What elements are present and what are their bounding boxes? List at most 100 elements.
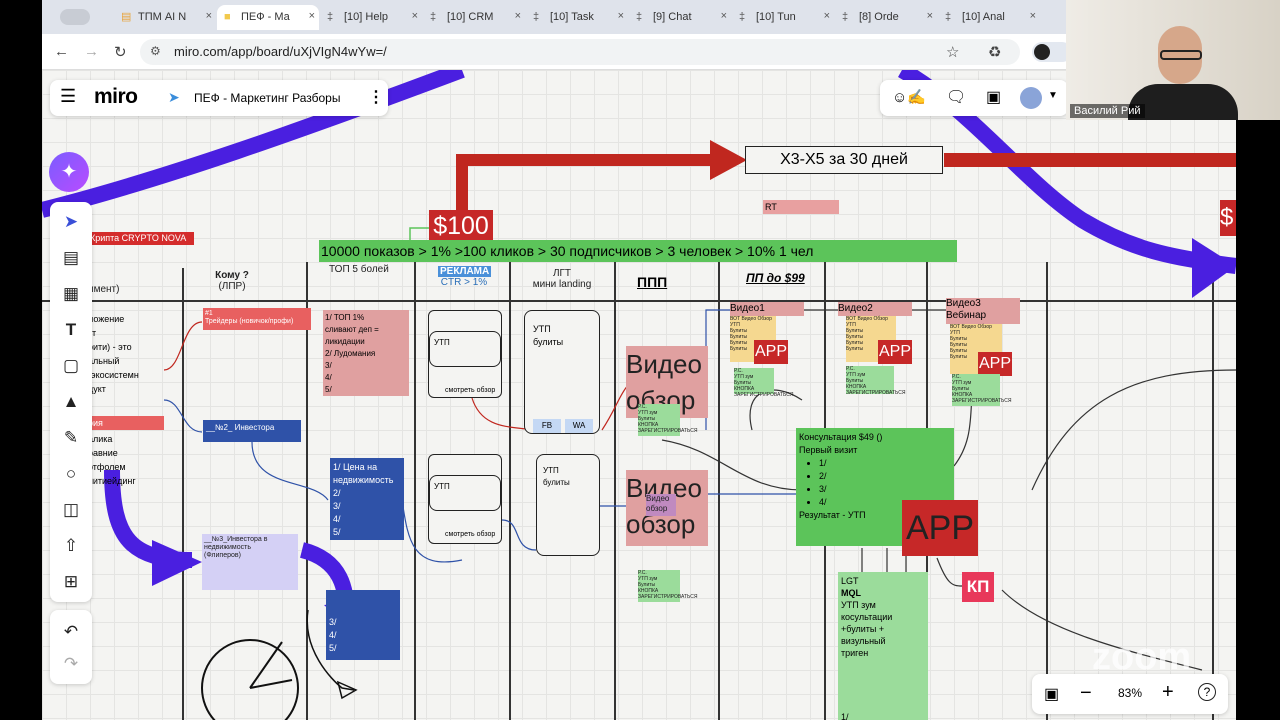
close-icon[interactable]: ×	[412, 10, 418, 22]
ad-link-text[interactable]: смотреть обзор	[429, 367, 501, 394]
close-icon[interactable]: ×	[618, 10, 624, 22]
extensions-icon[interactable]: ♻	[988, 43, 1001, 61]
frame-layout-icon[interactable]: ▦	[59, 282, 83, 306]
tab-5[interactable]: ‡ [10] Task ×	[526, 5, 628, 30]
pains-sticker-2[interactable]: 1/ Цена на недвижимость 2/ 3/ 4/ 5/	[330, 458, 404, 540]
more-tools-icon[interactable]: ⊞	[59, 570, 83, 594]
pen-tool-icon[interactable]: ✎	[59, 426, 83, 450]
header-segment: имент)	[88, 284, 120, 295]
left-red-label[interactable]: рия	[88, 416, 164, 430]
back-arrow-icon[interactable]: ←	[54, 43, 69, 60]
help-icon[interactable]: ?	[1198, 683, 1216, 701]
fb-button[interactable]: FB	[533, 419, 561, 433]
video-small-sticker[interactable]: Видео обзор	[646, 494, 676, 516]
wa-text: WA	[572, 421, 586, 430]
goal-box[interactable]: Х3-Х5 за 30 дней	[745, 146, 943, 174]
funnel-banner[interactable]: 10000 показов > 1% >100 кликов > 30 подп…	[319, 240, 957, 262]
app-big-sticker[interactable]: APP	[902, 500, 978, 556]
ai-assistant-button[interactable]: ✦	[49, 152, 89, 192]
url-field[interactable]: ⚙ miro.com/app/board/uXjVIgN4wYw=/	[140, 39, 1020, 65]
investor3-sticker[interactable]: __№3_Инвестора в недвижимость (Флиперов)	[202, 534, 298, 590]
close-icon[interactable]: ×	[515, 10, 521, 22]
crypto-label[interactable]: Крипта CRYPTO NOVA	[88, 232, 194, 245]
undo-icon[interactable]: ↶	[59, 620, 83, 644]
price-right-text: $	[1220, 204, 1234, 231]
miro-logo[interactable]: miro	[94, 85, 138, 109]
fit-to-screen-icon[interactable]: ▣	[1044, 684, 1059, 704]
investor2-sticker[interactable]: __№2_ Инвестора	[203, 420, 301, 442]
price-sticker[interactable]: $100	[429, 210, 493, 242]
video1-sticker[interactable]: Видео1	[730, 302, 804, 316]
close-icon[interactable]: ×	[206, 10, 212, 22]
tab-3[interactable]: ‡ [10] Help ×	[320, 5, 422, 30]
wa-button[interactable]: WA	[565, 419, 593, 433]
close-icon[interactable]: ×	[824, 10, 830, 22]
video3-sticker[interactable]: Видео3 Вебинар	[946, 298, 1020, 324]
reload-icon[interactable]: ↻	[114, 43, 127, 61]
video3-green[interactable]: Р.С. УТП зум Булиты КНОПКА ЗАРЕГИСТРИРОВ…	[952, 374, 1011, 406]
user-avatar[interactable]	[1020, 87, 1042, 109]
close-icon[interactable]: ×	[927, 10, 933, 22]
chevron-down-icon[interactable]: ▼	[1048, 90, 1058, 101]
menu-icon[interactable]: ☰	[60, 86, 76, 107]
rt-sticker[interactable]: RT	[763, 200, 839, 214]
close-icon[interactable]: ×	[1030, 10, 1036, 22]
app-sticker-1[interactable]: APP	[754, 340, 788, 364]
tab-6[interactable]: ‡ [9] Chat ×	[629, 5, 731, 30]
ad-link-text-2[interactable]: смотреть обзор	[429, 511, 501, 538]
tab-4[interactable]: ‡ [10] CRM ×	[423, 5, 525, 30]
tab-8[interactable]: ‡ [8] Orde ×	[835, 5, 937, 30]
funnel-text: 10000 показов > 1% >100 кликов > 30 подп…	[321, 243, 814, 259]
video1-green[interactable]: Р.С. УТП зум Булиты КНОПКА ЗАРЕГИСТРИРОВ…	[734, 368, 793, 398]
frame-tool-icon[interactable]: ◫	[59, 498, 83, 522]
forward-arrow-icon[interactable]: →	[84, 43, 99, 60]
miro-board-canvas[interactable]: Х3-Х5 за 30 дней $100 $ RT 10000 показов…	[42, 70, 1236, 720]
ad-mockup-1[interactable]: УТП смотреть обзор	[428, 310, 502, 398]
green-tiny-sticker-1[interactable]: Р.С. УТП зум Булиты КНОПКА ЗАРЕГИСТРИРОВ…	[638, 404, 697, 436]
video2-green[interactable]: Р.С. УТП зум Булиты КНОПКА ЗАРЕГИСТРИРОВ…	[846, 366, 905, 396]
tab-7[interactable]: ‡ [10] Tun ×	[732, 5, 834, 30]
tab-9[interactable]: ‡ [10] Anal ×	[938, 5, 1040, 30]
board-header-panel: ☰ miro ➤ ПЕФ - Маркетинг Разборы ⋮	[50, 80, 388, 116]
video-call-icon[interactable]: ▣	[986, 87, 1001, 107]
ad-mockup-2[interactable]: УТП смотреть обзор	[428, 454, 502, 544]
zoom-in-button[interactable]: +	[1162, 681, 1174, 704]
close-icon[interactable]: ×	[309, 10, 315, 22]
header-lgt: ЛГТ мини landing	[526, 268, 598, 290]
reactions-icon[interactable]: ☺✍	[892, 88, 926, 106]
bitrix-icon: ‡	[327, 11, 334, 23]
zoom-out-button[interactable]: −	[1080, 682, 1092, 705]
lgt-bottom-sticker[interactable]: LGT MQL УТП зум косультации +булиты + ви…	[838, 572, 928, 720]
templates-icon[interactable]: ▤	[59, 246, 83, 270]
tab-label: ТПМ AI N	[138, 11, 187, 23]
shapes-icon[interactable]: ▲	[59, 390, 83, 414]
more-options-icon[interactable]: ⋮	[368, 87, 384, 107]
select-tool-icon[interactable]: ➤	[59, 210, 83, 234]
comment-tool-icon[interactable]: ○	[59, 462, 83, 486]
redo-icon[interactable]: ↷	[59, 652, 83, 676]
traders-sticker[interactable]: #1 Трейдеры (новичок/профи)	[203, 308, 311, 330]
landing-mockup-1[interactable]: УТП булиты FB WA	[524, 310, 600, 434]
bookmark-star-icon[interactable]: ☆	[946, 43, 959, 61]
site-info-icon[interactable]: ⚙	[150, 44, 161, 58]
green-tiny-sticker-2[interactable]: Р.С. УТП зум Булиты КНОПКА ЗАРЕГИСТРИРОВ…	[638, 570, 697, 602]
header-whom-sub: (ЛПР)	[218, 281, 246, 292]
close-icon[interactable]: ×	[721, 10, 727, 22]
app-sticker-3[interactable]: APP	[978, 352, 1012, 376]
tab-search-icon[interactable]	[60, 9, 90, 25]
kp-sticker[interactable]: КП	[962, 572, 994, 602]
price-sticker-right[interactable]: $	[1220, 200, 1236, 236]
tab-2[interactable]: ■ ПЕФ - Ма ×	[217, 5, 319, 30]
zoom-level[interactable]: 83%	[1118, 686, 1142, 700]
board-title[interactable]: ПЕФ - Маркетинг Разборы	[194, 91, 340, 105]
pains-sticker-1[interactable]: 1/ ТОП 1% сливают деп = ликидации 2/ Луд…	[323, 310, 409, 396]
landing-mockup-2[interactable]: УТП булиты	[536, 454, 600, 556]
text-tool-icon[interactable]: T	[59, 318, 83, 342]
sticky-note-icon[interactable]: ▢	[59, 354, 83, 378]
video2-sticker[interactable]: Видео2	[838, 302, 912, 316]
app-sticker-2[interactable]: APP	[878, 340, 912, 364]
upload-icon[interactable]: ⇧	[59, 534, 83, 558]
pains-sticker-3[interactable]: 3/ 4/ 5/	[326, 590, 400, 660]
comments-icon[interactable]: 🗨	[946, 87, 966, 107]
tab-1[interactable]: ▤ ТПМ AI N ×	[114, 5, 216, 30]
